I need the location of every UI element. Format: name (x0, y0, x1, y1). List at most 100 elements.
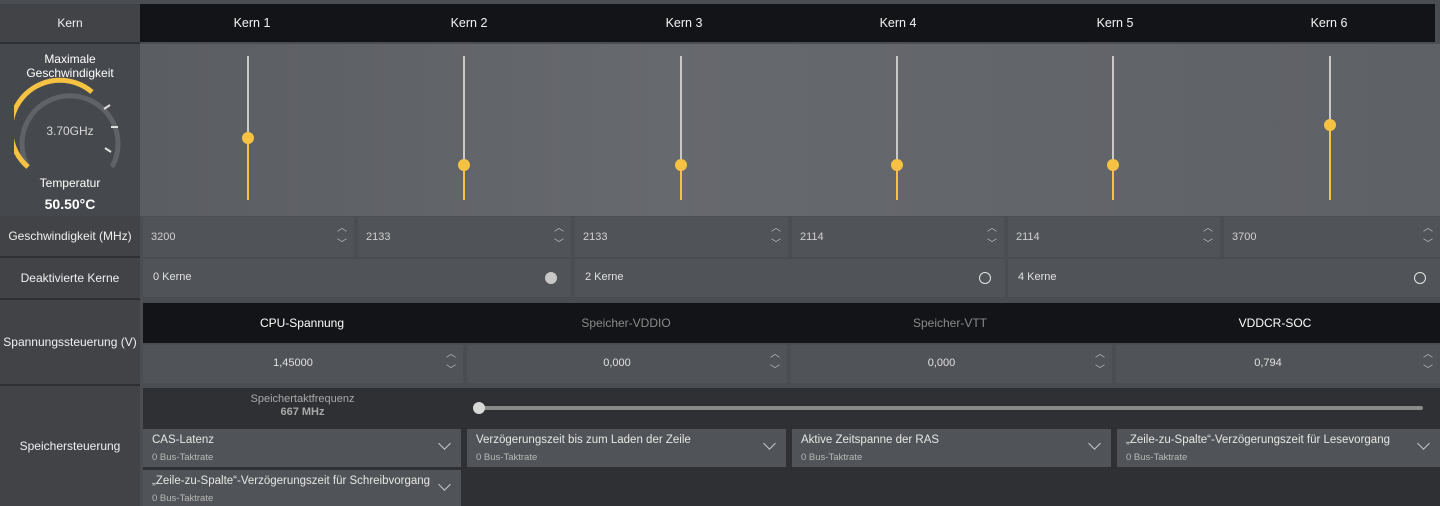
memory-label: Speichersteuerung (19, 439, 121, 453)
disabled-option-2[interactable]: 2 Kerne (575, 259, 1005, 297)
radio-selected-icon[interactable] (545, 272, 557, 284)
memory-freq-slider[interactable] (473, 402, 1423, 414)
core-5-speed-input[interactable]: 2114 ︿ ﹀ (1008, 217, 1220, 257)
voltage-name-vtt: Speicher-VTT (912, 316, 988, 330)
chevron-down-icon (1088, 437, 1101, 450)
slider-thumb[interactable] (458, 159, 470, 171)
core-6-speed-input[interactable]: 3700 ︿ ﹀ (1224, 217, 1440, 257)
chevron-down-icon (438, 437, 451, 450)
chevron-down-icon[interactable]: ﹀ (1422, 237, 1434, 253)
dropdown-value: 0 Bus-Taktrate (152, 493, 214, 504)
cas-latency-dropdown[interactable]: CAS-Latenz 0 Bus-Taktrate (143, 429, 461, 467)
chevron-down-icon[interactable]: ﹀ (1202, 237, 1214, 253)
core-3-speed-input[interactable]: 2133 ︿ ﹀ (575, 217, 788, 257)
voltage-label: Spannungssteuerung (V) (3, 335, 137, 349)
dropdown-title: CAS-Latenz (152, 434, 215, 446)
chevron-up-icon[interactable]: ︿ (986, 221, 998, 237)
dropdown-value: 0 Bus-Taktrate (476, 452, 538, 463)
slider-thumb[interactable] (1324, 119, 1336, 131)
chevron-down-icon (1417, 437, 1430, 450)
core-name-2: Kern 2 (450, 16, 488, 30)
slider-thumb[interactable] (675, 159, 687, 171)
rcd-read-dropdown[interactable]: „Zeile-zu-Spalte“-Verzögerungszeit für L… (1117, 429, 1440, 467)
vtt-voltage-input[interactable]: 0,000 ︿ ﹀ (791, 345, 1112, 383)
chevron-down-icon (438, 478, 451, 491)
voltage-value: 0,794 (1254, 357, 1282, 369)
chevron-up-icon[interactable]: ︿ (1094, 347, 1106, 363)
speed-value: 2133 (583, 231, 608, 243)
slider-thumb[interactable] (1107, 159, 1119, 171)
chevron-down-icon[interactable]: ﹀ (986, 237, 998, 253)
core-4-speed-input[interactable]: 2114 ︿ ﹀ (792, 217, 1004, 257)
cores-header (140, 4, 1435, 42)
chevron-up-icon[interactable]: ︿ (336, 221, 348, 237)
chevron-up-icon[interactable]: ︿ (1422, 221, 1434, 237)
speed-value: 2114 (1016, 231, 1040, 243)
option-label: 2 Kerne (585, 271, 624, 283)
core-name-1: Kern 1 (233, 16, 271, 30)
chevron-up-icon[interactable]: ︿ (553, 221, 565, 237)
option-label: 0 Kerne (153, 271, 192, 283)
memory-row-label: Speichersteuerung (0, 386, 140, 506)
speed-row-label: Geschwindigkeit (MHz) (0, 216, 140, 258)
chevron-up-icon[interactable]: ︿ (1202, 221, 1214, 237)
temperature-value: 50.50°C (44, 196, 96, 212)
core-1-slider[interactable] (238, 56, 258, 200)
background-overlay (140, 44, 1440, 216)
dropdown-value: 0 Bus-Taktrate (1126, 452, 1188, 463)
core-name-5: Kern 5 (1096, 16, 1134, 30)
chevron-down-icon[interactable]: ﹀ (1094, 363, 1106, 379)
vddio-voltage-input[interactable]: 0,000 ︿ ﹀ (467, 345, 787, 383)
slider-thumb[interactable] (473, 402, 485, 414)
voltage-name-cpu: CPU-Spannung (259, 316, 345, 330)
kern-header-label: Kern (0, 4, 140, 44)
core-6-slider[interactable] (1320, 56, 1340, 200)
slider-fill (247, 138, 249, 200)
max-speed-gauge-panel: Maximale Geschwindigkeit 3.70GHz Tempera… (0, 44, 140, 216)
voltage-name-vddio: Speicher-VDDIO (581, 316, 671, 330)
core-2-speed-input[interactable]: 2133 ︿ ﹀ (358, 217, 571, 257)
chevron-down-icon (763, 437, 776, 450)
core-name-4: Kern 4 (879, 16, 917, 30)
core-5-slider[interactable] (1103, 56, 1123, 200)
disabled-option-0[interactable]: 0 Kerne (143, 259, 571, 297)
chevron-up-icon[interactable]: ︿ (445, 347, 457, 363)
core-4-slider[interactable] (887, 56, 907, 200)
disabled-option-4[interactable]: 4 Kerne (1008, 259, 1440, 297)
core-2-slider[interactable] (454, 56, 474, 200)
chevron-down-icon[interactable]: ﹀ (445, 363, 457, 379)
soc-voltage-input[interactable]: 0,794 ︿ ﹀ (1116, 345, 1440, 383)
disabled-row-label: Deaktivierte Kerne (0, 258, 140, 300)
dropdown-title: „Zeile-zu-Spalte“-Verzögerungszeit für S… (152, 475, 431, 487)
dropdown-title: Aktive Zeitspanne der RAS (801, 434, 940, 446)
chevron-up-icon[interactable]: ︿ (1422, 347, 1434, 363)
rcd-write-dropdown[interactable]: „Zeile-zu-Spalte“-Verzögerungszeit für S… (143, 470, 461, 506)
dropdown-value: 0 Bus-Taktrate (801, 452, 863, 463)
chevron-down-icon[interactable]: ﹀ (1422, 363, 1434, 379)
voltage-name-soc: VDDCR-SOC (1238, 316, 1312, 330)
core-1-speed-input[interactable]: 3200 ︿ ﹀ (143, 217, 354, 257)
chevron-up-icon[interactable]: ︿ (770, 221, 782, 237)
voltage-row-label: Spannungssteuerung (V) (0, 300, 140, 386)
radio-icon[interactable] (979, 272, 991, 284)
chevron-down-icon[interactable]: ﹀ (769, 363, 781, 379)
chevron-down-icon[interactable]: ﹀ (336, 237, 348, 253)
slider-thumb[interactable] (242, 132, 254, 144)
cpu-voltage-input[interactable]: 1,45000 ︿ ﹀ (143, 345, 463, 383)
slider-thumb[interactable] (891, 159, 903, 171)
speed-label: Geschwindigkeit (MHz) (8, 229, 132, 243)
voltage-value: 1,45000 (273, 357, 313, 369)
chevron-down-icon[interactable]: ﹀ (770, 237, 782, 253)
row-load-delay-dropdown[interactable]: Verzögerungszeit bis zum Laden der Zeile… (467, 429, 786, 467)
dropdown-value: 0 Bus-Taktrate (152, 452, 214, 463)
core-3-slider[interactable] (671, 56, 691, 200)
ras-active-time-dropdown[interactable]: Aktive Zeitspanne der RAS 0 Bus-Taktrate (792, 429, 1111, 467)
temperature-label: Temperatur (39, 176, 101, 190)
chevron-down-icon[interactable]: ﹀ (553, 237, 565, 253)
chevron-up-icon[interactable]: ︿ (769, 347, 781, 363)
speed-value: 2114 (800, 231, 824, 243)
slider-fill (1329, 125, 1331, 200)
speed-value: 3200 (151, 231, 176, 243)
dropdown-title: „Zeile-zu-Spalte“-Verzögerungszeit für L… (1126, 434, 1390, 446)
radio-icon[interactable] (1414, 272, 1426, 284)
